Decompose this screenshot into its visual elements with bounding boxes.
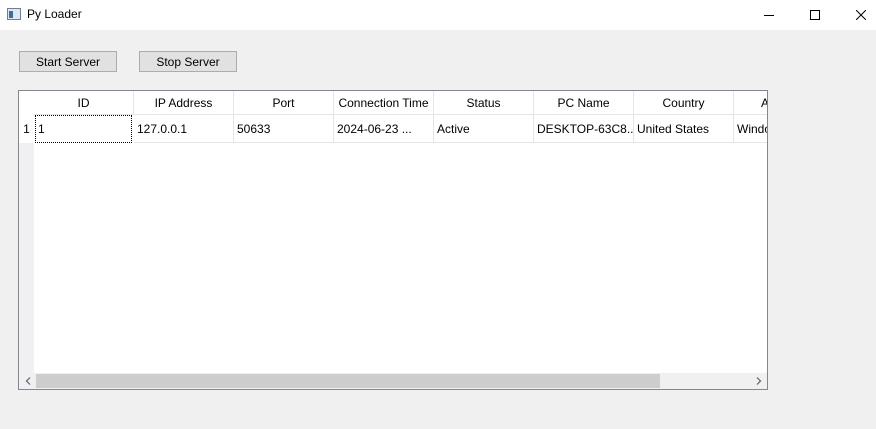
title-bar[interactable]: Py Loader — [0, 0, 876, 30]
close-button[interactable] — [838, 0, 876, 30]
column-header-a[interactable]: A — [734, 91, 767, 115]
column-header-ip-address[interactable]: IP Address — [134, 91, 234, 115]
column-header-connection-time[interactable]: Connection Time — [334, 91, 434, 115]
column-header-status[interactable]: Status — [434, 91, 534, 115]
scroll-thumb[interactable] — [36, 374, 660, 388]
cell-connection-time[interactable]: 2024-06-23 ... — [334, 115, 434, 143]
clients-table[interactable]: ID IP Address Port Connection Time Statu… — [18, 90, 768, 390]
start-server-button[interactable]: Start Server — [19, 51, 117, 72]
cell-a[interactable]: Windo — [734, 115, 767, 143]
close-icon — [856, 10, 866, 20]
scroll-right-button[interactable] — [750, 373, 767, 389]
cell-id[interactable]: 1 — [35, 115, 132, 143]
column-header-id[interactable]: ID — [34, 91, 134, 115]
app-window-icon — [7, 8, 21, 20]
maximize-button[interactable] — [792, 0, 838, 30]
stop-server-button[interactable]: Stop Server — [139, 51, 237, 72]
row-header-strip — [19, 115, 34, 373]
minimize-button[interactable] — [746, 0, 792, 30]
cell-pc-name[interactable]: DESKTOP-63C8... — [534, 115, 634, 143]
cell-country[interactable]: United States — [634, 115, 734, 143]
chevron-left-icon — [25, 377, 30, 385]
cell-ip-address[interactable]: 127.0.0.1 — [134, 115, 234, 143]
minimize-icon — [764, 15, 774, 16]
maximize-icon — [810, 10, 820, 20]
column-header-pc-name[interactable]: PC Name — [534, 91, 634, 115]
window-title: Py Loader — [27, 7, 82, 21]
horizontal-scrollbar[interactable] — [19, 373, 767, 389]
row-header-1[interactable]: 1 — [19, 115, 34, 143]
cell-status[interactable]: Active — [434, 115, 534, 143]
chevron-right-icon — [756, 377, 761, 385]
column-header-country[interactable]: Country — [634, 91, 734, 115]
column-header-port[interactable]: Port — [234, 91, 334, 115]
scroll-left-button[interactable] — [19, 373, 36, 389]
cell-port[interactable]: 50633 — [234, 115, 334, 143]
table-corner[interactable] — [19, 91, 34, 115]
